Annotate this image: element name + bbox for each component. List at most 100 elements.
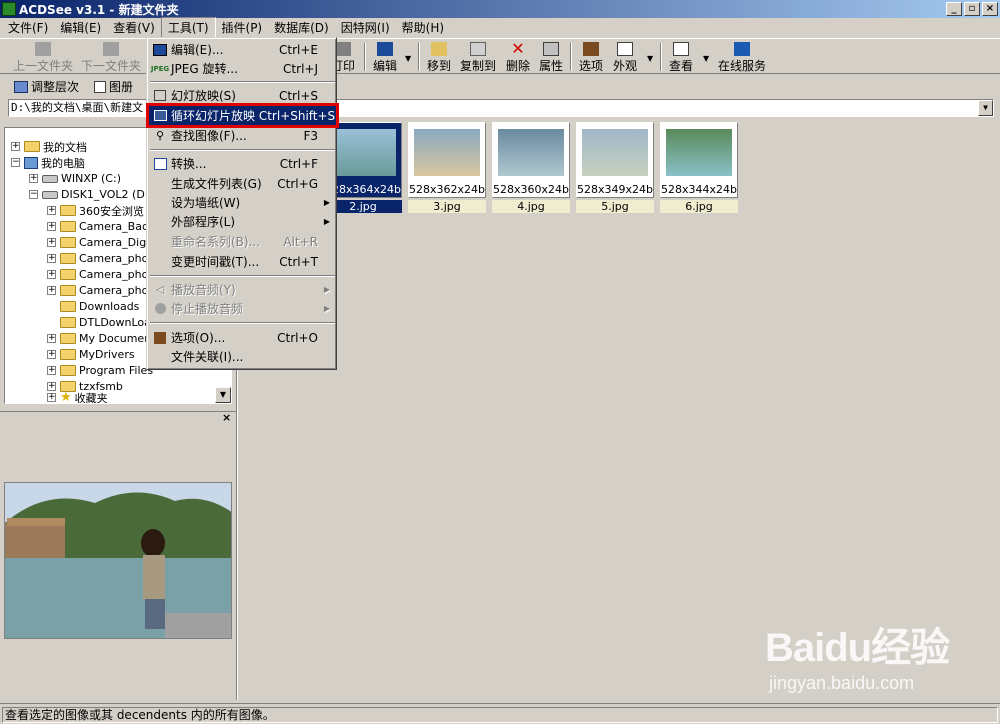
menu-internet[interactable]: 因特网(I) [335,18,396,37]
minimize-button[interactable]: _ [946,2,962,16]
move-button[interactable]: 移到 [426,41,452,73]
tree-item[interactable]: + Camera_phot [47,283,153,298]
expand-icon[interactable]: + [47,366,56,375]
menu-edit[interactable]: 编辑(E) [54,18,107,37]
view-button[interactable]: 查看 [668,41,694,73]
tree-item[interactable]: +360安全浏览 [47,203,144,218]
expand-icon[interactable]: + [47,393,56,402]
tree-item[interactable]: + Camera_Back [47,219,154,234]
thumbnail-item[interactable]: 528x362x24b 3.jpg [408,122,486,214]
thumbnail-view[interactable]: 528x364x24b 2.jpg 528x362x24b 3.jpg 528x… [238,120,1000,700]
preview-divider[interactable] [0,411,236,419]
menu-database[interactable]: 数据库(D) [268,18,335,37]
menu-file[interactable]: 文件(F) [2,18,54,37]
folder-icon [60,317,76,328]
thumbnail-image [330,129,396,176]
tree-item[interactable]: + Camera_Digit [47,235,154,250]
menu-item-file-associations[interactable]: 文件关联(I)... [149,347,336,366]
expand-icon[interactable]: + [47,334,56,343]
tree-item[interactable]: Downloads [47,299,139,314]
expand-icon[interactable]: + [47,222,56,231]
watermark-url: jingyan.baidu.com [769,673,915,693]
next-folder-button[interactable]: 下一文件夹 [80,41,142,73]
tree-item[interactable]: DTLDownLoad [47,315,158,330]
tree-item[interactable]: + Camera_phot [47,251,153,266]
properties-icon [543,42,559,56]
folder-icon [60,237,76,248]
submenu-arrow-icon: ▶ [323,285,330,294]
menu-item-convert[interactable]: 转换... Ctrl+F [149,154,336,173]
copy-to-button[interactable]: 复制到 [460,41,496,73]
adjust-levels-button[interactable]: 调整层次 [14,78,79,95]
title-bar: ACDSee v3.1 - 新建文件夹 _ ▫ × [0,0,1000,18]
menu-plugins[interactable]: 插件(P) [216,18,269,37]
close-button[interactable]: × [982,2,998,16]
tree-item[interactable]: − 我的电脑 [11,155,85,170]
appearance-icon [617,42,633,56]
expand-icon[interactable]: + [47,254,56,263]
edit-image-icon [153,43,167,56]
binoculars-icon: ⚲ [155,129,165,142]
menu-view[interactable]: 查看(V) [107,18,161,37]
tree-item[interactable]: + MyDrivers [47,347,135,362]
expand-icon[interactable]: + [29,174,38,183]
tree-item[interactable]: − DISK1_VOL2 (D:) [29,187,153,202]
address-dropdown-icon[interactable]: ▼ [978,100,993,116]
edit-button[interactable]: 编辑 [372,41,398,73]
expand-icon[interactable]: + [11,142,20,151]
menu-tools[interactable]: 工具(T) [160,17,216,38]
expand-icon[interactable]: + [47,238,56,247]
delete-button[interactable]: ✕ 删除 [505,41,531,74]
appearance-dropdown-icon[interactable]: ▼ [647,54,653,63]
folder-icon [60,349,76,360]
up-folder-button[interactable]: 上一文件夹 [12,41,74,73]
gallery-button[interactable]: 图册 [94,78,133,95]
expand-icon[interactable]: + [47,350,56,359]
folder-icon [60,221,76,232]
folder-next-icon [103,42,119,56]
stop-icon [154,303,166,314]
menu-item-jpeg-rotate[interactable]: JPEG JPEG 旋转... Ctrl+J [149,59,336,78]
menu-item-find-images[interactable]: ⚲ 查找图像(F)... F3 [149,126,336,145]
tree-item[interactable]: + WINXP (C:) [29,171,121,186]
appearance-button[interactable]: 外观 [612,41,638,73]
online-services-button[interactable]: 在线服务 [716,41,768,73]
folder-icon [60,269,76,280]
expand-icon[interactable]: + [47,286,56,295]
restore-button[interactable]: ▫ [964,2,980,16]
view-list-icon [673,42,689,56]
menu-help[interactable]: 帮助(H) [396,18,450,37]
edit-dropdown-icon[interactable]: ▼ [405,54,411,63]
folder-icon [60,333,76,344]
tree-item[interactable]: + Program Files [47,363,153,378]
tree-item[interactable]: + 我的文档 [11,139,87,154]
view-dropdown-icon[interactable]: ▼ [703,54,709,63]
tree-item[interactable]: + Camera_phot [47,267,153,282]
menu-item-slideshow[interactable]: 幻灯放映(S) Ctrl+S [149,86,336,105]
folder-icon [60,253,76,264]
properties-button[interactable]: 属性 [538,41,564,73]
menu-item-external-programs[interactable]: 外部程序(L) ▶ [149,212,336,231]
window-title: ACDSee v3.1 - 新建文件夹 [19,2,179,17]
thumbnail-item[interactable]: 528x349x24b 5.jpg [576,122,654,214]
menu-item-change-timestamp[interactable]: 变更时间戳(T)... Ctrl+T [149,252,336,271]
menu-item-generate-list[interactable]: 生成文件列表(G) Ctrl+G [149,174,336,193]
thumbnail-item[interactable]: 528x360x24b 4.jpg [492,122,570,214]
tree-item[interactable]: + ★ 收藏夹 [47,390,108,403]
tree-item[interactable]: + My Documents [47,331,161,346]
expand-icon[interactable]: + [47,206,56,215]
close-icon[interactable]: × [222,411,231,424]
collapse-icon[interactable]: − [29,190,38,199]
thumbnail-item[interactable]: 528x344x24b 6.jpg [660,122,738,214]
loop-slideshow-icon [153,110,167,121]
computer-icon [24,156,38,169]
options-button[interactable]: 选项 [578,41,604,73]
menu-item-edit[interactable]: 编辑(E)... Ctrl+E [149,40,336,59]
expand-icon[interactable]: + [47,270,56,279]
menu-item-options[interactable]: 选项(O)... Ctrl+O [149,328,336,347]
collapse-icon[interactable]: − [11,158,20,167]
submenu-arrow-icon: ▶ [323,304,330,313]
menu-item-loop-slideshow[interactable]: 循环幻灯片放映 Ctrl+Shift+S [146,103,339,128]
menu-item-set-wallpaper[interactable]: 设为墙纸(W) ▶ [149,193,336,212]
scroll-down-button[interactable]: ▼ [215,387,231,403]
